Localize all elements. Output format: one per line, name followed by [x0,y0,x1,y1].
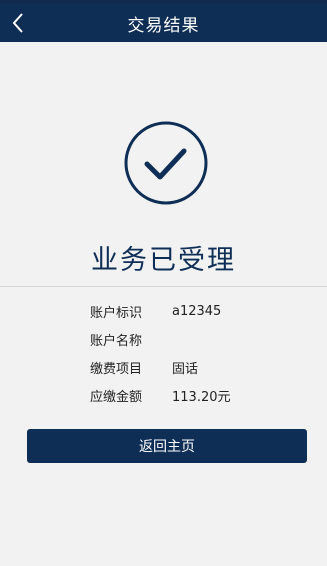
nav-bar: 交易结果 [0,4,327,42]
check-circle-icon [124,121,208,205]
detail-row-account-name: 账户名称 [90,325,231,353]
page-title: 交易结果 [127,15,200,36]
detail-row-amount-due: 应缴金额 113.20元 [90,381,231,409]
transaction-details: 账户标识 a12345 账户名称 缴费项目 固话 应缴金额 113.20元 [90,297,231,409]
back-button[interactable] [2,4,34,42]
account-name-label: 账户名称 [90,333,143,349]
payment-item-value: 固话 [172,361,199,377]
return-home-button[interactable]: 返回主页 [27,429,307,463]
detail-row-payment-item: 缴费项目 固话 [90,353,231,381]
payment-item-label: 缴费项目 [90,361,143,377]
account-id-label: 账户标识 [90,305,143,321]
chevron-left-icon [12,13,23,33]
divider [0,286,327,287]
amount-due-label: 应缴金额 [90,389,143,405]
detail-row-account-id: 账户标识 a12345 [90,297,231,325]
account-id-value: a12345 [172,303,222,319]
amount-due-value: 113.20元 [172,389,231,405]
result-title: 业务已受理 [91,245,236,276]
